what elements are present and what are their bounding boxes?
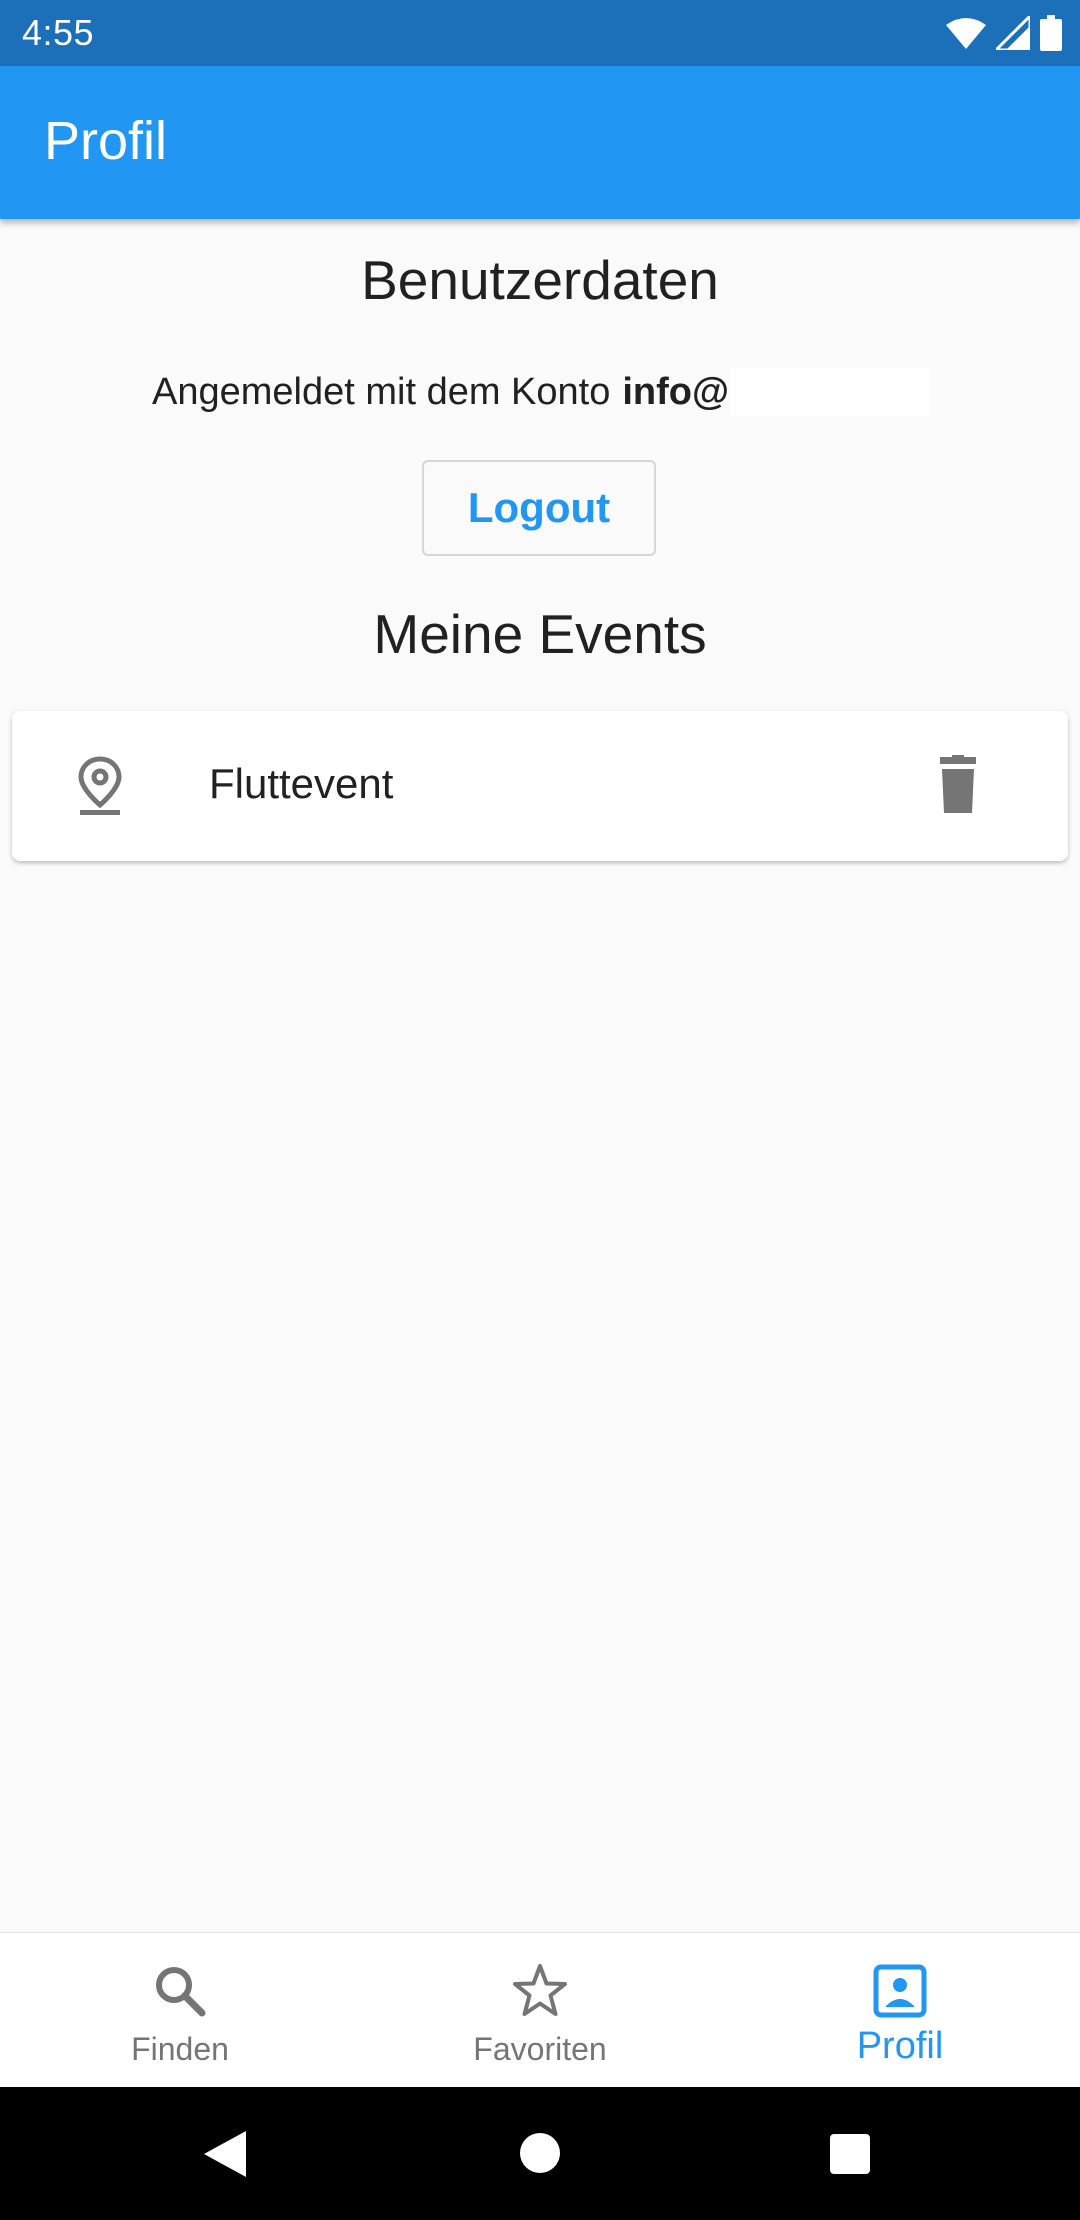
- nav-label-profil: Profil: [856, 2025, 944, 2067]
- events-heading: Meine Events: [373, 603, 707, 665]
- wifi-icon: [946, 18, 986, 49]
- nav-item-finden[interactable]: Finden: [0, 1933, 360, 2088]
- account-label: Angemeldet mit dem Konto: [152, 370, 611, 413]
- system-navigation-bar: [0, 2087, 1080, 2220]
- status-bar: 4:55: [0, 0, 1080, 66]
- account-email: info@: [622, 370, 730, 413]
- status-time: 4:55: [22, 12, 95, 53]
- event-title: Fluttevent: [209, 760, 394, 807]
- nav-item-profil[interactable]: Profil: [720, 1933, 1080, 2088]
- logout-button[interactable]: Logout: [422, 460, 656, 556]
- home-icon[interactable]: [519, 2132, 561, 2174]
- battery-icon: [1040, 15, 1062, 51]
- bottom-navigation: Finden Favoriten Profil: [0, 1932, 1080, 2088]
- redacted-email-block: [729, 368, 930, 416]
- profile-card-icon: [873, 1964, 927, 2018]
- cell-signal-icon: [996, 16, 1030, 50]
- location-pin-icon: [78, 756, 122, 815]
- status-icons: [946, 14, 1062, 52]
- trash-icon[interactable]: [928, 755, 988, 815]
- account-info: Angemeldet mit dem Konto info@: [152, 366, 930, 418]
- user-data-heading: Benutzerdaten: [361, 249, 719, 311]
- nav-item-favoriten[interactable]: Favoriten: [360, 1933, 720, 2088]
- nav-label-favoriten: Favoriten: [473, 2031, 607, 2067]
- star-icon: [513, 1964, 567, 2016]
- back-icon[interactable]: [202, 2129, 248, 2179]
- nav-label-finden: Finden: [131, 2031, 229, 2067]
- recents-icon[interactable]: [829, 2133, 871, 2175]
- page-title: Profil: [44, 111, 168, 171]
- app-bar: Profil: [0, 66, 1080, 219]
- search-icon: [156, 1967, 206, 2017]
- event-list-item[interactable]: Fluttevent: [12, 711, 1068, 861]
